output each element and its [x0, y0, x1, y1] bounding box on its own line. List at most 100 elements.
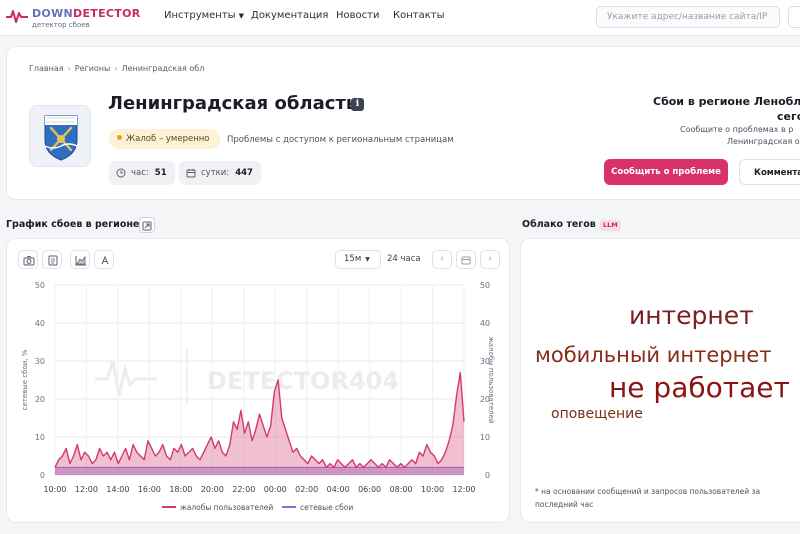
tag-cloud-footnote: * на основании сообщений и запросов поль… — [535, 487, 761, 509]
x-tick-label: 12:00 — [75, 485, 98, 494]
x-tick-label: 08:00 — [390, 485, 413, 494]
nav-docs[interactable]: Документация — [251, 10, 328, 21]
x-tick-label: 14:00 — [106, 485, 129, 494]
status-badge: Жалоб – умеренно — [109, 129, 220, 149]
chevron-right-icon: › — [488, 254, 492, 264]
x-tick-label: 02:00 — [295, 485, 318, 494]
expand-icon — [142, 221, 152, 231]
brand-name-part2: DETECTOR — [73, 7, 141, 20]
x-tick-label: 18:00 — [169, 485, 192, 494]
day-stat-value: 447 — [235, 168, 253, 178]
breadcrumb-home[interactable]: Главная — [29, 64, 64, 73]
tag-cloud-card: интернет мобильный интернет не работает … — [520, 238, 800, 523]
x-tick-label: 22:00 — [232, 485, 255, 494]
region-coat-of-arms — [29, 105, 91, 167]
tag-2[interactable]: не работает — [609, 371, 790, 404]
chart-legend: жалобы пользователей сетевые сбои — [162, 503, 353, 512]
chevron-down-icon: ▼ — [365, 256, 370, 263]
screenshot-button[interactable] — [18, 250, 38, 269]
x-tick-label: 04:00 — [327, 485, 350, 494]
breadcrumb-regions[interactable]: Регионы — [75, 64, 111, 73]
day-stat: сутки: 447 — [179, 161, 261, 185]
report-problem-button[interactable]: Сообщить о проблеме — [604, 159, 728, 185]
clock-icon — [116, 168, 126, 178]
top-navigation-bar: DOWNDETECTOR детектор сбоев Инструменты ▼… — [0, 0, 800, 36]
nav-news[interactable]: Новости — [336, 10, 379, 21]
x-tick-label: 10:00 — [43, 485, 66, 494]
status-description: Проблемы с доступом к региональным стран… — [227, 135, 454, 145]
calendar-icon — [186, 169, 196, 178]
day-stat-label: сутки: — [201, 168, 230, 178]
page-title: Ленинградская область — [108, 93, 358, 114]
breadcrumb-current: Ленинградская обл — [121, 64, 205, 73]
period-label: 24 часа — [387, 254, 421, 264]
y-tick-left: 20 — [35, 395, 45, 404]
expand-chart-button[interactable] — [139, 217, 155, 233]
brand-tagline: детектор сбоев — [32, 21, 90, 29]
report-panel-text: Сообщите о проблемах в р — [680, 125, 794, 134]
brand-logo[interactable]: DOWNDETECTOR детектор сбоев — [6, 4, 140, 32]
status-dot-icon — [117, 135, 122, 140]
next-period-button[interactable]: › — [480, 250, 500, 269]
chevron-down-icon: ▼ — [238, 12, 244, 20]
x-tick-label: 10:00 — [421, 485, 444, 494]
y-tick-left: 50 — [35, 281, 45, 290]
info-icon[interactable]: i — [351, 98, 364, 111]
search-input[interactable]: Укажите адрес/название сайта/IP — [596, 6, 780, 28]
outage-chart[interactable]: DETECTOR404 0 010 1020 2030 3040 4050 5010:00 1… — [7, 277, 511, 517]
watermark-text: DETECTOR404 — [207, 367, 399, 395]
llm-badge: LLM — [600, 220, 621, 231]
report-panel-title-cont: сего — [777, 110, 800, 123]
y-axis-title-right: жалобы пользователей — [487, 336, 495, 423]
y-tick-right: 50 — [480, 281, 490, 290]
y-tick-right: 10 — [480, 433, 490, 442]
scale-mode-button[interactable] — [94, 250, 114, 269]
y-tick-left: 0 — [40, 471, 45, 480]
tags-section-title: Облако тегов — [522, 219, 596, 230]
interval-select-value: 15м — [344, 254, 362, 264]
tag-1[interactable]: мобильный интернет — [535, 343, 771, 367]
hour-stat: час: 51 — [109, 161, 175, 185]
chevron-left-icon: ‹ — [440, 254, 444, 264]
calendar-icon — [461, 256, 471, 265]
legend-label-1: сетевые сбои — [300, 503, 353, 512]
interval-select[interactable]: 15м ▼ — [335, 250, 381, 269]
chart-watermark: DETECTOR404 — [95, 349, 399, 405]
tag-0[interactable]: интернет — [629, 301, 754, 330]
brand-name-part1: DOWN — [32, 7, 74, 20]
chart-section-title: График сбоев в регионе — [6, 219, 140, 230]
nav-tools-label: Инструменты — [164, 10, 236, 21]
pulse-logo-icon — [6, 10, 28, 23]
region-header-card: Главная › Регионы › Ленинградская обл Ленинг… — [6, 46, 800, 200]
user-menu-button[interactable] — [788, 6, 800, 28]
breadcrumb: Главная › Регионы › Ленинградская обл — [29, 64, 204, 73]
x-tick-label: 12:00 — [452, 485, 475, 494]
area-chart-icon — [75, 255, 86, 266]
comment-button[interactable]: Комментар — [739, 159, 800, 185]
tag-3[interactable]: оповещение — [551, 406, 643, 422]
prev-period-button[interactable]: ‹ — [432, 250, 452, 269]
nav-contacts[interactable]: Контакты — [393, 10, 444, 21]
camera-icon — [23, 256, 35, 266]
hour-stat-value: 51 — [154, 168, 167, 178]
y-tick-right: 40 — [480, 319, 490, 328]
x-tick-label: 06:00 — [358, 485, 381, 494]
y-tick-left: 10 — [35, 433, 45, 442]
chevron-right-icon: › — [67, 64, 71, 73]
legend-label-0: жалобы пользователей — [180, 503, 273, 512]
x-tick-label: 00:00 — [264, 485, 287, 494]
y-axis-title-left: сетевые сбои, % — [21, 349, 29, 410]
coat-of-arms-icon — [44, 115, 78, 161]
export-button[interactable] — [42, 250, 62, 269]
report-panel-title: Сбои в регионе Ленобл — [653, 95, 800, 108]
y-tick-right: 0 — [485, 471, 490, 480]
area-mode-button[interactable] — [70, 250, 90, 269]
calendar-button[interactable] — [456, 250, 476, 269]
report-panel-text-cont: Ленинградская об — [727, 137, 800, 146]
nav-tools[interactable]: Инструменты ▼ — [164, 10, 244, 21]
hour-stat-label: час: — [131, 168, 149, 178]
outage-chart-card: 15м ▼ 24 часа ‹ › DETECTOR404 0 0 10 10 20 20 3… — [6, 238, 510, 523]
y-tick-left: 30 — [35, 357, 45, 366]
document-icon — [48, 255, 58, 266]
scale-icon — [101, 255, 109, 265]
